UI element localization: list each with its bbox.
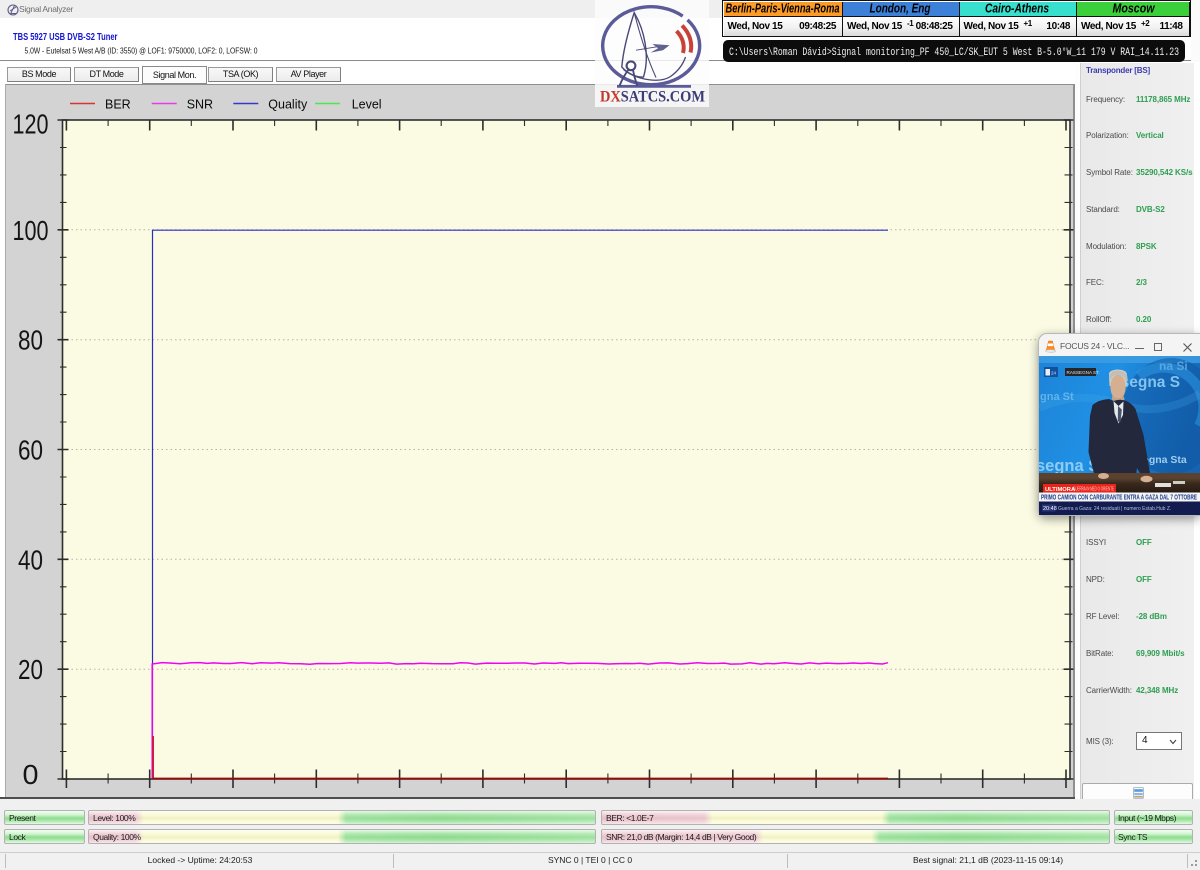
svg-text:Guerra a Gaza: 24 residuati |: Guerra a Gaza: 24 residuati | numero Est… <box>1058 506 1171 512</box>
svg-text:60: 60 <box>18 435 43 466</box>
svg-text:24: 24 <box>1051 371 1057 376</box>
svg-text:PRIMO CAMION CON CARBURANTE EN: PRIMO CAMION CON CARBURANTE ENTRA A GAZA… <box>1041 495 1197 502</box>
svg-text:na Si: na Si <box>1159 359 1188 373</box>
svg-text:Berlin-Paris-Vienna-Roma: Berlin-Paris-Vienna-Roma <box>726 2 840 16</box>
svg-text:C:\Users\Roman Dávid>Signal mo: C:\Users\Roman Dávid>Signal monitoring_P… <box>729 47 1179 59</box>
svg-text:DXSATCS.COM: DXSATCS.COM <box>600 89 705 106</box>
svg-text:40: 40 <box>18 544 43 575</box>
svg-text:100: 100 <box>13 215 49 246</box>
svg-text:egna Sta: egna Sta <box>1143 454 1187 466</box>
svg-text:RASSEGNA ST.: RASSEGNA ST. <box>1067 370 1100 375</box>
svg-text:20: 20 <box>18 654 43 685</box>
svg-text:80: 80 <box>18 325 43 356</box>
svg-text:GUERRA IN MED O ORIENTE: GUERRA IN MED O ORIENTE <box>1073 487 1114 493</box>
svg-text:gna St: gna St <box>1040 391 1074 403</box>
svg-text:London, Eng: London, Eng <box>870 2 931 16</box>
svg-text:0: 0 <box>23 759 39 790</box>
svg-text:20:48: 20:48 <box>1043 506 1057 512</box>
svg-text:Cairo-Athens: Cairo-Athens <box>985 2 1049 16</box>
svg-text:ULTIMORA: ULTIMORA <box>1045 487 1076 493</box>
svg-text:120: 120 <box>13 108 49 139</box>
